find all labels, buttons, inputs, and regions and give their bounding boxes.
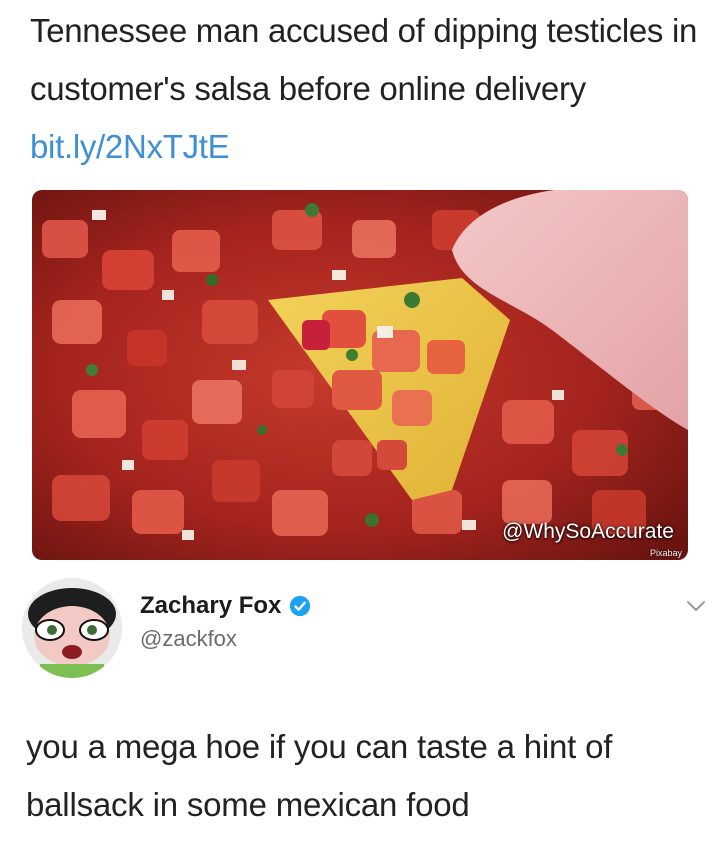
post-header: Tennessee man accused of dipping testicl… bbox=[30, 2, 700, 176]
post-image[interactable]: @WhySoAccurate Pixabay bbox=[32, 190, 688, 560]
article-link[interactable]: bit.ly/2NxTJtE bbox=[30, 128, 230, 165]
verified-badge-icon bbox=[290, 595, 311, 617]
tweet: Zachary Fox @zackfox you a mega hoe if y… bbox=[0, 570, 720, 843]
user-info[interactable]: Zachary Fox @zackfox bbox=[140, 592, 311, 652]
avatar[interactable] bbox=[22, 578, 122, 678]
tweet-text: you a mega hoe if you can taste a hint o… bbox=[26, 728, 613, 823]
image-watermark: @WhySoAccurate bbox=[502, 520, 674, 543]
display-name[interactable]: Zachary Fox bbox=[140, 592, 281, 620]
salsa-photo bbox=[32, 190, 688, 560]
headline-text: Tennessee man accused of dipping testicl… bbox=[30, 12, 698, 107]
image-credit: Pixabay bbox=[649, 548, 682, 558]
post-headline: Tennessee man accused of dipping testicl… bbox=[30, 2, 700, 176]
avatar-illustration bbox=[22, 578, 122, 678]
chevron-down-icon[interactable] bbox=[686, 600, 706, 612]
user-handle[interactable]: @zackfox bbox=[140, 626, 311, 652]
